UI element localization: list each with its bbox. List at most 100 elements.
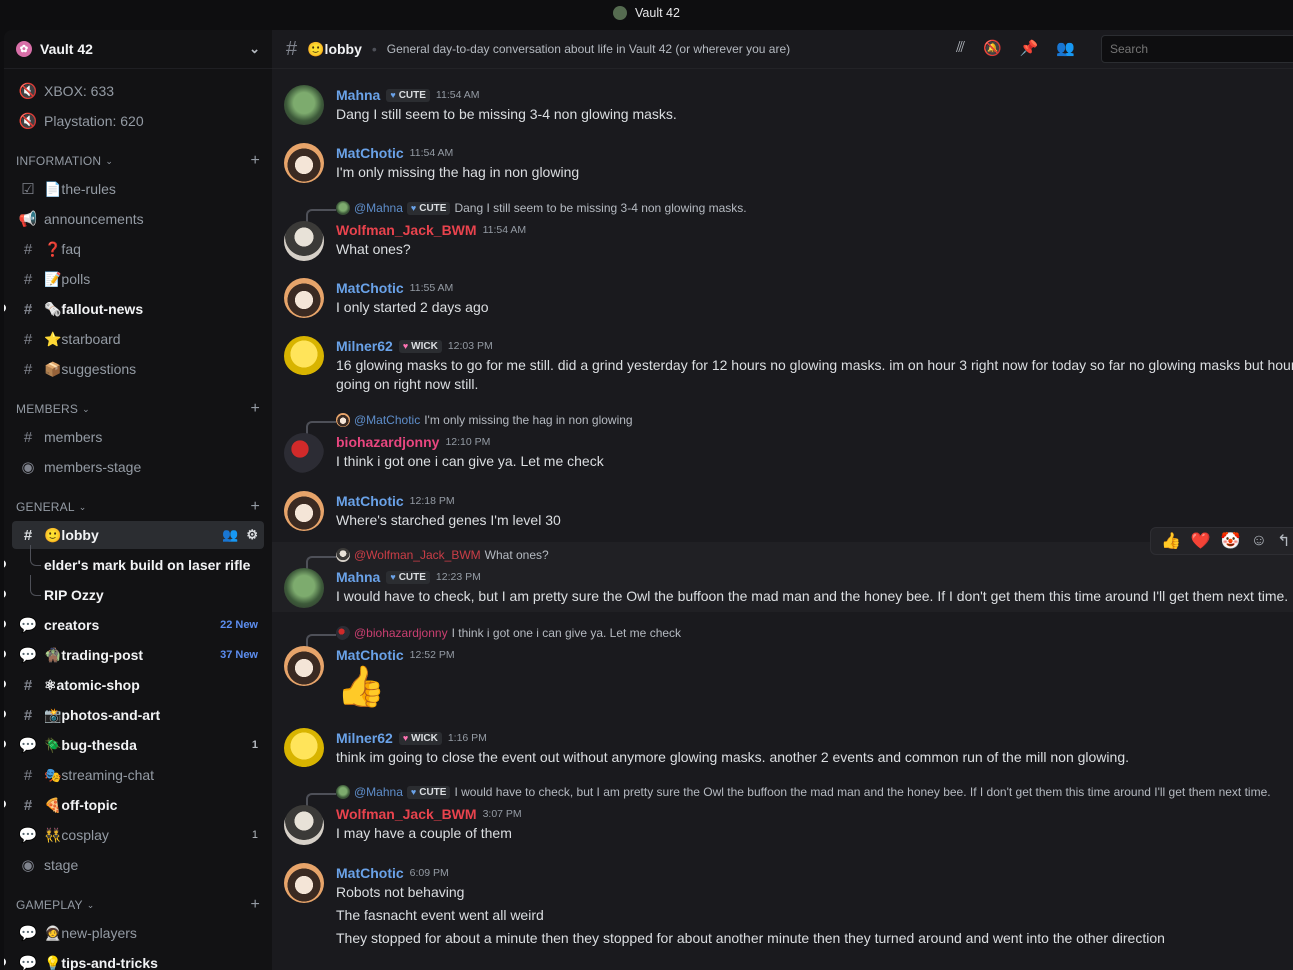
channel-bug-thesda[interactable]: 💬 🪲bug-thesda 1	[4, 731, 264, 759]
message[interactable]: Mahna ♥ CUTE 11:54 AM Dang I still seem t…	[272, 79, 1293, 129]
message[interactable]: @Mahna ♥ CUTE I would have to check, but …	[272, 779, 1293, 849]
reply-author[interactable]: @Mahna	[354, 785, 403, 799]
reply-preview[interactable]: @MatChotic I'm only missing the hag in n…	[306, 413, 633, 435]
category-general[interactable]: GENERAL ⌄ +	[12, 495, 264, 519]
threads-icon[interactable]: ⫻	[956, 39, 965, 57]
message[interactable]: Milner62 ♥ WICK 12:03 PM 16 glowing masks…	[272, 330, 1293, 400]
category-members[interactable]: MEMBERS ⌄ +	[12, 397, 264, 421]
message-author[interactable]: Mahna	[336, 569, 380, 585]
reply-preview[interactable]: @Wolfman_Jack_BWM What ones?	[306, 548, 549, 570]
category-information[interactable]: INFORMATION ⌄ +	[12, 149, 264, 173]
message[interactable]: Milner62 ♥ WICK 1:16 PM think im going to…	[272, 722, 1293, 772]
avatar[interactable]	[284, 85, 324, 125]
channel-polls[interactable]: # 📝polls	[12, 265, 264, 293]
message-author[interactable]: MatChotic	[336, 865, 404, 881]
channel-atomic-shop[interactable]: # ⚛atomic-shop	[4, 671, 264, 699]
member-list-icon[interactable]: 👥	[1056, 39, 1075, 57]
message-author[interactable]: MatChotic	[336, 493, 404, 509]
server-header[interactable]: ✿ Vault 42 ⌄	[4, 30, 272, 69]
message[interactable]: @MatChotic I'm only missing the hag in n…	[272, 407, 1293, 477]
channel-off-topic[interactable]: # 🍕off-topic	[4, 791, 264, 819]
avatar[interactable]	[284, 568, 324, 608]
reply-text: I think i got one i can give ya. Let me …	[451, 626, 682, 640]
avatar[interactable]	[284, 336, 324, 376]
channel-tips-and-tricks[interactable]: 💬 💡tips-and-tricks	[4, 949, 264, 970]
reply-preview[interactable]: @biohazardjonny I think i got one i can …	[306, 626, 682, 648]
chevron-down-icon[interactable]: ⌄	[249, 41, 260, 57]
message-text: I think i got one i can give ya. Let me …	[336, 453, 604, 469]
message-author[interactable]: biohazardjonny	[336, 434, 439, 450]
reply-author[interactable]: @MatChotic	[354, 413, 420, 427]
message[interactable]: MatChotic 6:09 PM Robots not behaving Th…	[272, 857, 1293, 957]
server-tag-badge[interactable]: ♥ CUTE	[386, 570, 430, 584]
server-tag-badge[interactable]: ♥ WICK	[398, 731, 442, 745]
bell-muted-icon[interactable]: 🔕	[983, 39, 1002, 57]
message[interactable]: MatChotic 11:55 AM I only started 2 days…	[272, 272, 1293, 322]
gear-icon[interactable]: ⚙	[246, 527, 258, 543]
avatar[interactable]	[284, 221, 324, 261]
server-tag-badge[interactable]: ♥ CUTE	[386, 88, 430, 102]
server-tag-badge[interactable]: ♥ WICK	[398, 339, 442, 353]
channel-photos-and-art[interactable]: # 📸photos-and-art	[4, 701, 264, 729]
channel-trading-post[interactable]: 💬 🧌trading-post 37 New	[4, 641, 264, 669]
avatar[interactable]	[284, 728, 324, 768]
channel-the-rules[interactable]: ☑ 📄the-rules	[12, 175, 264, 203]
avatar[interactable]	[284, 491, 324, 531]
add-channel-icon[interactable]: +	[250, 896, 260, 914]
reply-preview[interactable]: @Mahna ♥ CUTE Dang I still seem to be mis…	[306, 201, 747, 223]
channel-new-players[interactable]: 💬 🧑‍🚀new-players	[12, 919, 264, 947]
message-author[interactable]: Wolfman_Jack_BWM	[336, 222, 477, 238]
category-gameplay[interactable]: GAMEPLAY ⌄ +	[12, 893, 264, 917]
reply-author[interactable]: @biohazardjonny	[354, 626, 448, 640]
channel-topic[interactable]: General day-to-day conversation about li…	[387, 42, 790, 56]
channel-announcements[interactable]: 📢 announcements	[12, 205, 264, 233]
message[interactable]: MatChotic 11:54 AM I'm only missing the …	[272, 137, 1293, 187]
reply-icon[interactable]: ↰	[1277, 531, 1290, 551]
message-author[interactable]: Wolfman_Jack_BWM	[336, 806, 477, 822]
message-author[interactable]: MatChotic	[336, 145, 404, 161]
avatar[interactable]	[284, 863, 324, 903]
thread-elders-mark[interactable]: elder's mark build on laser rifle	[4, 545, 264, 579]
message-author[interactable]: MatChotic	[336, 280, 404, 296]
add-channel-icon[interactable]: +	[250, 400, 260, 418]
avatar[interactable]	[284, 278, 324, 318]
channel-suggestions[interactable]: # 📦suggestions	[12, 355, 264, 383]
message[interactable]: MatChotic 12:18 PM Where's starched gene…	[272, 485, 1293, 535]
pin-icon[interactable]: 📌	[1020, 39, 1039, 57]
avatar[interactable]	[284, 805, 324, 845]
add-channel-icon[interactable]: +	[250, 498, 260, 516]
channel-members-stage[interactable]: ◉ members-stage	[12, 453, 264, 481]
channel-creators[interactable]: 💬 creators 22 New	[4, 611, 264, 639]
thread-rip-ozzy[interactable]: RIP Ozzy	[4, 575, 264, 609]
avatar[interactable]	[284, 143, 324, 183]
channel-streaming-chat[interactable]: # 🎭streaming-chat	[12, 761, 264, 789]
channel-lobby[interactable]: # 🙂lobby 👥 ⚙	[12, 521, 264, 549]
channel-cosplay[interactable]: 💬 👯cosplay 1	[12, 821, 264, 849]
add-reaction-icon[interactable]: ☺	[1251, 532, 1267, 550]
message[interactable]: @Wolfman_Jack_BWM What ones? Mahna ♥ CUTE…	[272, 542, 1293, 612]
message-author[interactable]: Milner62	[336, 338, 393, 354]
message-author[interactable]: Milner62	[336, 730, 393, 746]
reaction-thumbs-up[interactable]: 👍	[1161, 531, 1181, 551]
reaction-clown[interactable]: 🤡	[1221, 531, 1241, 551]
avatar[interactable]	[284, 646, 324, 686]
avatar[interactable]	[284, 433, 324, 473]
reply-preview[interactable]: @Mahna ♥ CUTE I would have to check, but …	[306, 785, 1271, 807]
reaction-heart[interactable]: ❤️	[1191, 531, 1211, 551]
voice-channel-playstation[interactable]: 🔇 Playstation: 620	[12, 107, 264, 135]
message[interactable]: @Mahna ♥ CUTE Dang I still seem to be mis…	[272, 195, 1293, 265]
message-author[interactable]: MatChotic	[336, 647, 404, 663]
channel-starboard[interactable]: # ⭐starboard	[12, 325, 264, 353]
add-channel-icon[interactable]: +	[250, 152, 260, 170]
invite-icon[interactable]: 👥	[222, 527, 238, 543]
reply-author[interactable]: @Wolfman_Jack_BWM	[354, 548, 481, 562]
voice-channel-xbox[interactable]: 🔇 XBOX: 633	[12, 77, 264, 105]
channel-stage[interactable]: ◉ stage	[12, 851, 264, 879]
reply-author[interactable]: @Mahna	[354, 201, 403, 215]
channel-members[interactable]: # members	[12, 423, 264, 451]
message[interactable]: @biohazardjonny I think i got one i can …	[272, 620, 1293, 715]
channel-fallout-news[interactable]: # 🗞️fallout-news	[4, 295, 264, 323]
message-author[interactable]: Mahna	[336, 87, 380, 103]
search-input[interactable]	[1101, 35, 1293, 63]
channel-faq[interactable]: # ❓faq	[12, 235, 264, 263]
